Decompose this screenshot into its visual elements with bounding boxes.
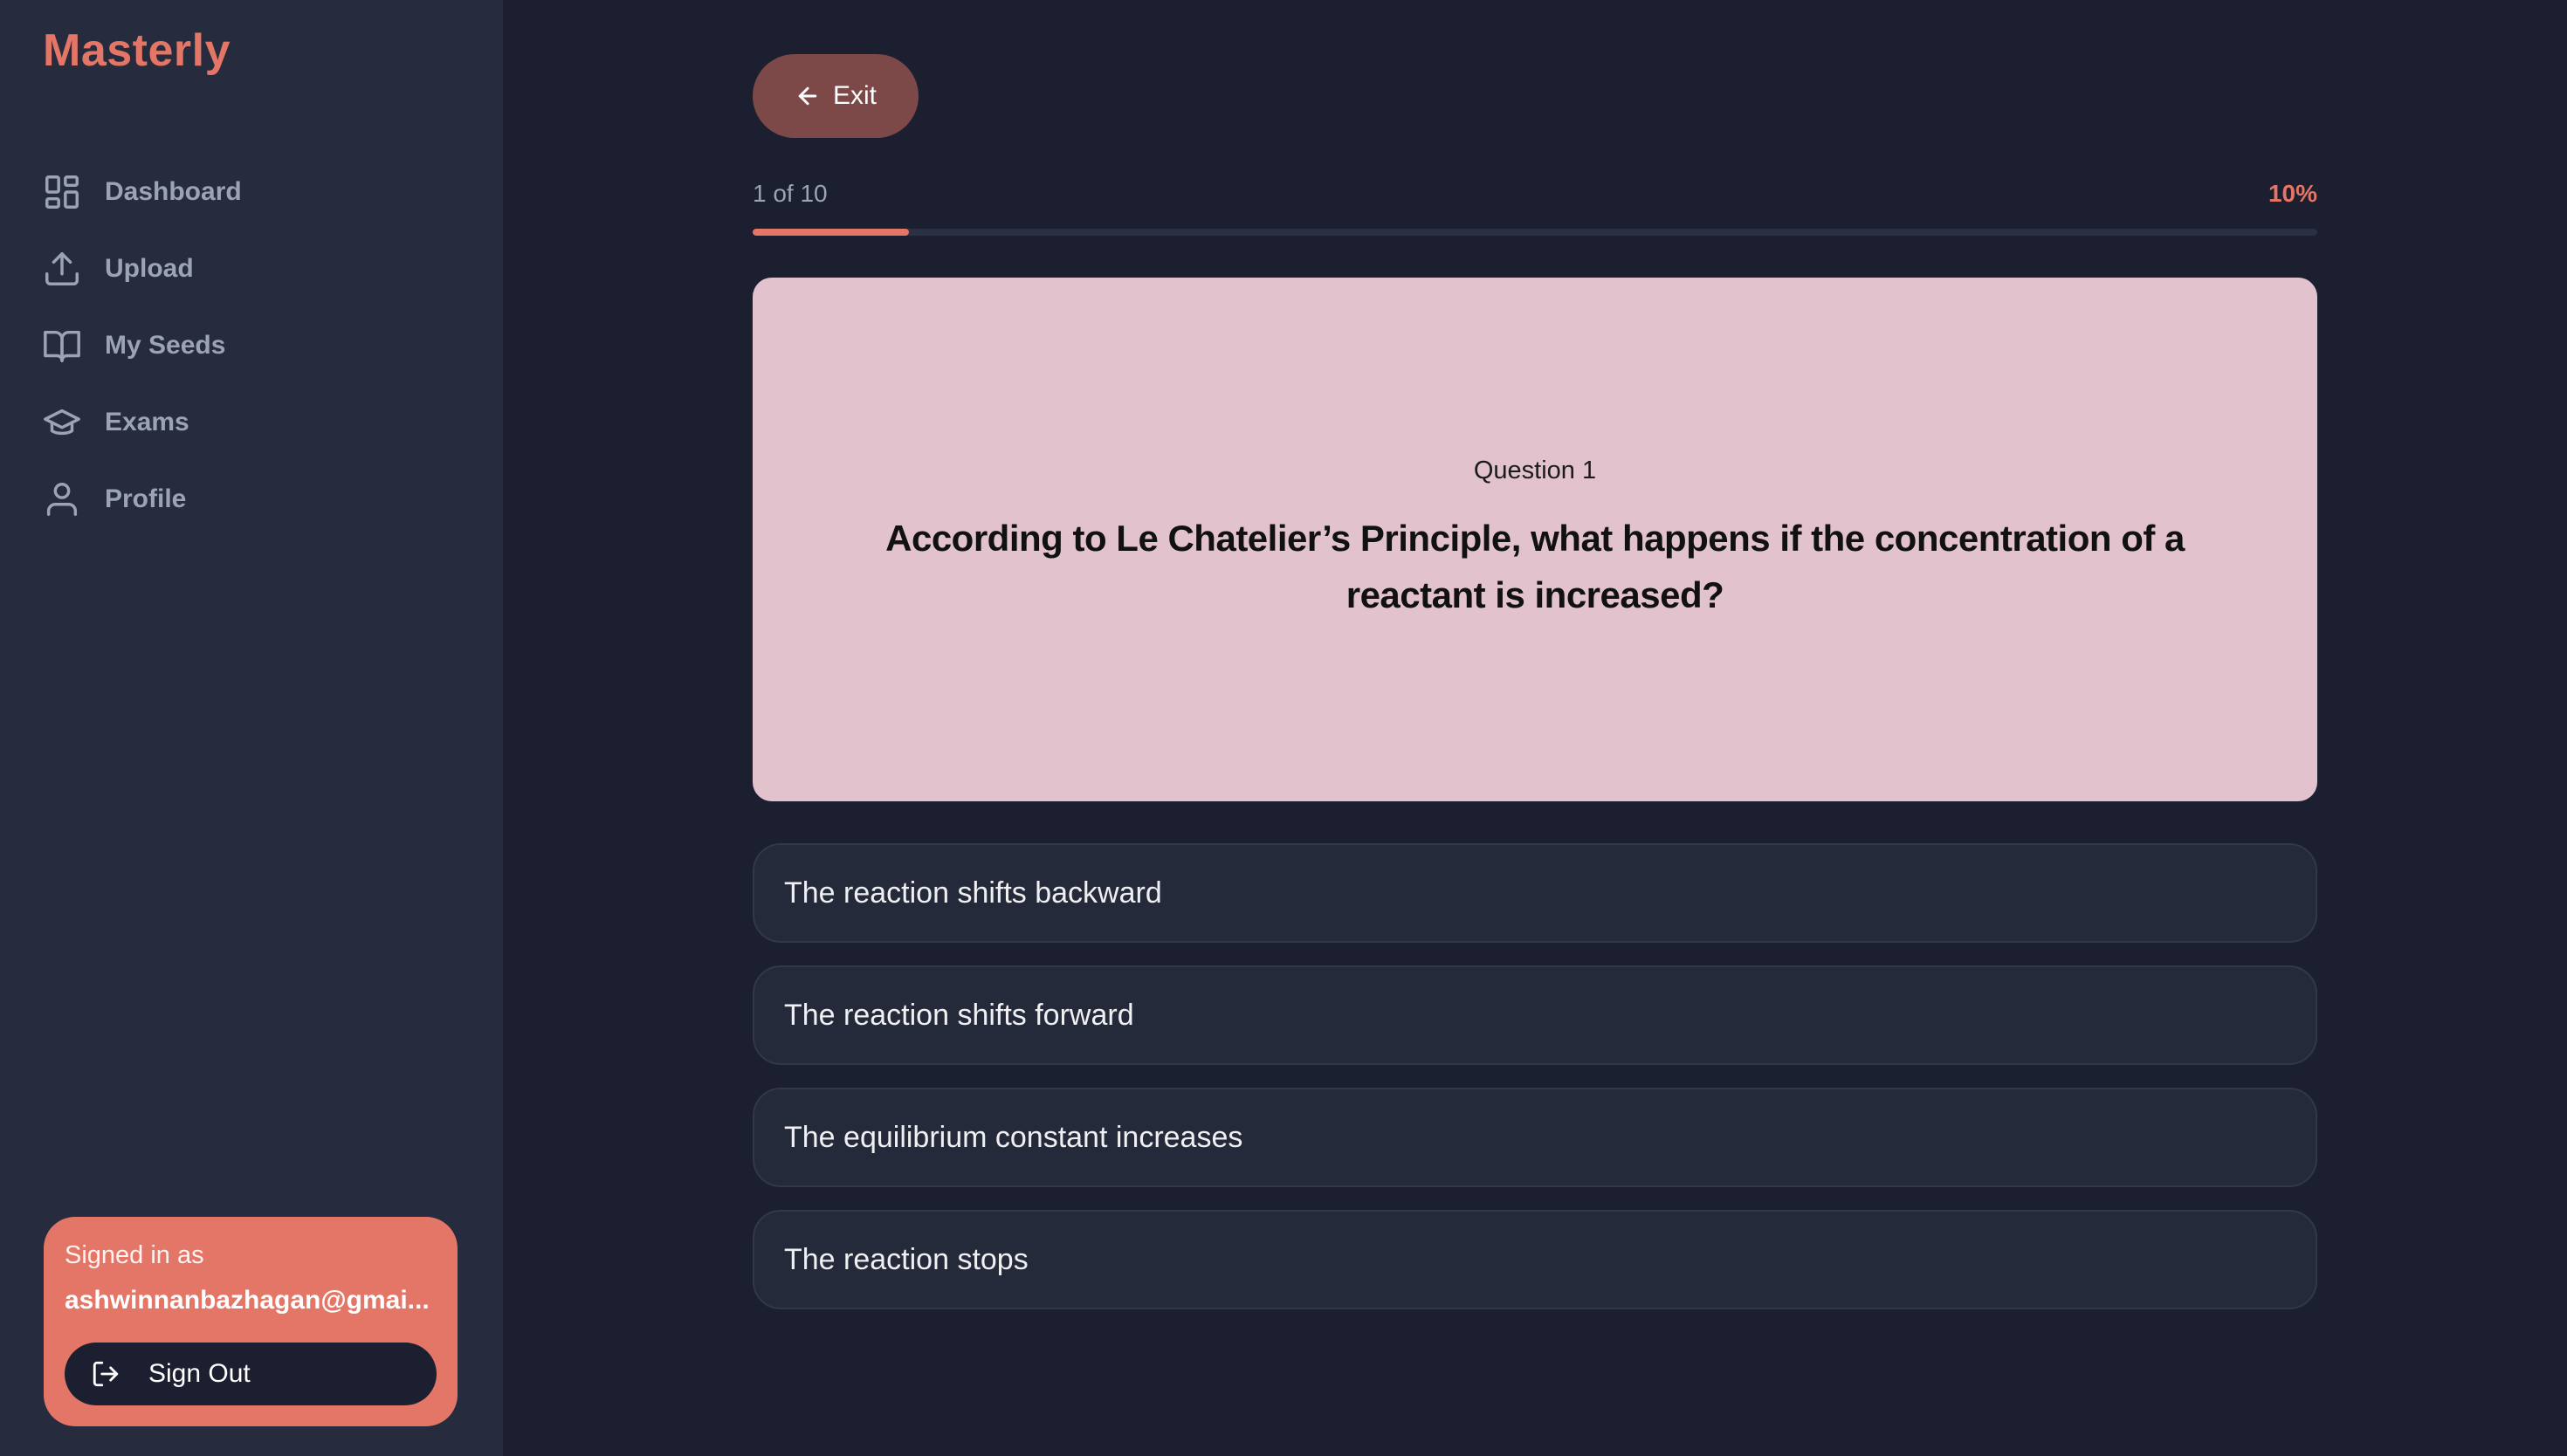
- log-out-icon: [91, 1359, 120, 1389]
- progress-counter: 1 of 10: [753, 180, 828, 207]
- exit-button[interactable]: Exit: [753, 54, 919, 138]
- progress-bar-fill: [753, 229, 910, 236]
- user-icon: [42, 479, 82, 519]
- arrow-left-icon: [798, 86, 817, 106]
- sidebar-item-dashboard[interactable]: Dashboard: [42, 154, 478, 230]
- account-card: Signed in as ashwinnanbazhagan@gmai... S…: [44, 1217, 458, 1426]
- sidebar-item-label: My Seeds: [105, 331, 226, 360]
- app-logo[interactable]: Masterly: [43, 24, 231, 77]
- user-email: ashwinnanbazhagan@gmai...: [65, 1286, 430, 1315]
- answer-option[interactable]: The reaction shifts forward: [753, 965, 2317, 1065]
- exit-label: Exit: [832, 81, 877, 110]
- answer-option[interactable]: The reaction shifts backward: [753, 843, 2317, 943]
- sidebar-item-upload[interactable]: Upload: [42, 230, 478, 307]
- sidebar-item-exams[interactable]: Exams: [42, 384, 478, 461]
- question-card: Question 1 According to Le Chatelier’s P…: [753, 278, 2317, 801]
- dashboard-icon: [42, 172, 82, 212]
- answer-option-label: The reaction shifts backward: [784, 876, 1162, 910]
- progress-percent: 10%: [2268, 180, 2317, 207]
- answer-option-label: The reaction shifts forward: [784, 998, 1134, 1032]
- sidebar-item-label: Exams: [105, 408, 189, 436]
- sidebar-item-label: Upload: [105, 254, 194, 283]
- answer-option[interactable]: The equilibrium constant increases: [753, 1088, 2317, 1187]
- sign-out-label: Sign Out: [148, 1359, 251, 1388]
- sidebar-item-label: Profile: [105, 484, 187, 513]
- book-icon: [42, 326, 82, 366]
- answer-option-label: The equilibrium constant increases: [784, 1120, 1243, 1154]
- progress-bar: [753, 229, 2317, 236]
- signed-in-label: Signed in as: [65, 1241, 204, 1269]
- answer-options: The reaction shifts backward The reactio…: [753, 843, 2317, 1332]
- question-text: According to Le Chatelier’s Principle, w…: [885, 517, 2185, 615]
- graduation-cap-icon: [42, 402, 82, 443]
- sidebar-item-profile[interactable]: Profile: [42, 461, 478, 538]
- upload-icon: [42, 249, 82, 289]
- sign-out-button[interactable]: Sign Out: [65, 1343, 437, 1405]
- sidebar-item-label: Dashboard: [105, 177, 242, 206]
- answer-option-label: The reaction stops: [784, 1242, 1029, 1276]
- sidebar-nav: Dashboard Upload My Seeds Exams Profile: [42, 154, 478, 538]
- sidebar-item-my-seeds[interactable]: My Seeds: [42, 307, 478, 384]
- answer-option[interactable]: The reaction stops: [753, 1210, 2317, 1309]
- sidebar: Masterly Dashboard Upload My Seeds Exams: [0, 0, 503, 1456]
- question-number: Question 1: [1473, 456, 1597, 484]
